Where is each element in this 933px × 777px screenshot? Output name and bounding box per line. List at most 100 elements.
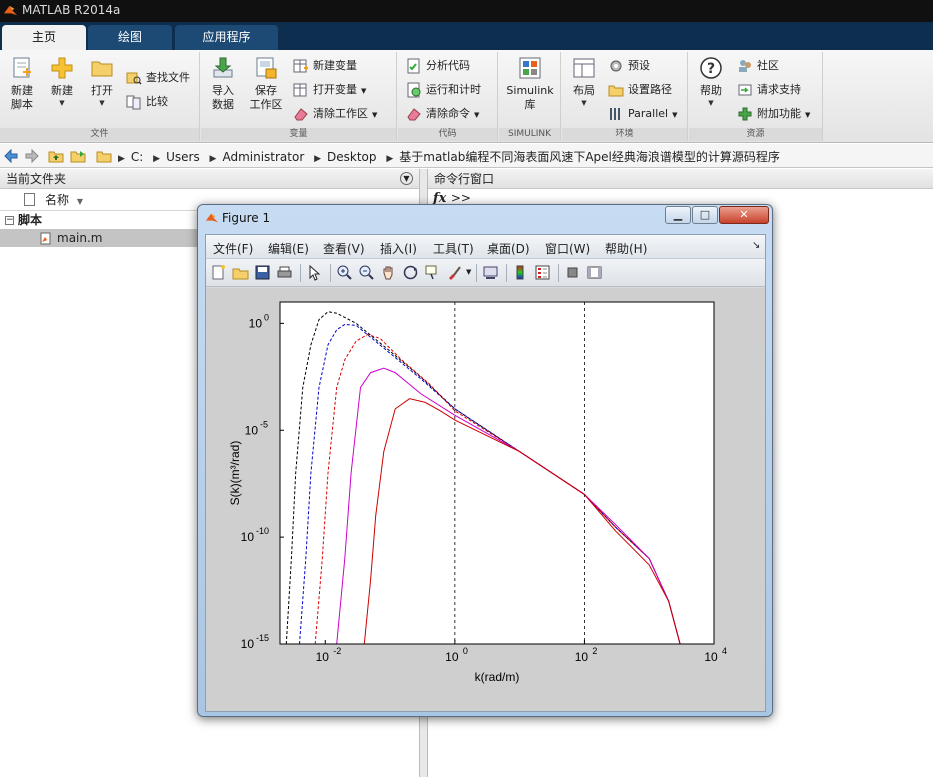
new-script-button[interactable]: 新建 脚本 (4, 55, 40, 112)
x-tick-label: 10 (575, 650, 589, 664)
open-file-icon[interactable] (232, 264, 249, 281)
link-plot-icon[interactable] (482, 264, 499, 281)
import-data-button[interactable]: 导入 数据 (205, 55, 241, 112)
menu-desktop[interactable]: 桌面(D) (487, 240, 530, 257)
community-label: 社区 (757, 59, 779, 72)
menu-tools[interactable]: 工具(T) (433, 240, 474, 257)
open-button[interactable]: 打开 ▼ (84, 55, 120, 108)
maximize-button[interactable]: □ (692, 206, 718, 224)
analyze-code-button[interactable]: 分析代码 (406, 56, 470, 76)
figure-menubar: 文件(F) 编辑(E) 查看(V) 插入(I) 工具(T) 桌面(D) 窗口(W… (206, 235, 765, 259)
addons-icon (738, 107, 752, 121)
show-plot-tools-icon[interactable] (586, 264, 603, 281)
clear-commands-button[interactable]: 清除命令 ▼ (406, 104, 479, 124)
column-name-label: 名称 (45, 193, 70, 207)
run-and-time-button[interactable]: 运行和计时 (406, 80, 481, 100)
menu-file[interactable]: 文件(F) (213, 240, 253, 257)
import-label-1: 导入 (212, 84, 234, 97)
forward-arrow-icon[interactable] (24, 148, 40, 164)
hide-plot-tools-icon[interactable] (564, 264, 581, 281)
toolbar-separator (506, 264, 507, 282)
rotate-3d-icon[interactable] (402, 264, 419, 281)
tab-home[interactable]: 主页 (2, 25, 86, 50)
zoom-out-icon[interactable] (358, 264, 375, 281)
tab-plots[interactable]: 绘图 (88, 25, 172, 50)
simulink-label-1: Simulink (506, 84, 554, 97)
y-tick-exponent: 0 (264, 312, 269, 322)
document-icon (24, 193, 35, 206)
set-path-button[interactable]: 设置路径 (608, 80, 672, 100)
menu-edit[interactable]: 编辑(E) (268, 240, 309, 257)
spectrum-plot[interactable]: 10 -2 10 0 10 2 10 410 -1510 -1010 -510 0k(rad/m)S(… (206, 288, 765, 711)
pointer-icon[interactable] (306, 264, 323, 281)
matlab-figure-icon (205, 213, 219, 223)
open-variable-button[interactable]: 打开变量 ▼ (293, 80, 366, 100)
find-files-button[interactable]: 查找文件 (126, 68, 190, 88)
ribbon-section-file: 新建 脚本 新建 ▼ 打开 ▼ 查找文件 比较 文件 (0, 52, 200, 141)
compare-button[interactable]: 比较 (126, 92, 168, 112)
colorbar-icon[interactable] (512, 264, 529, 281)
brush-dropdown-icon[interactable]: ▼ (466, 268, 471, 276)
axes-area[interactable]: 10 -2 10 0 10 2 10 4 10 -15 10 -10 10 -5 10 0 k(rad/m) S(… (206, 288, 765, 711)
new-variable-button[interactable]: 新建变量 (293, 56, 357, 76)
breadcrumb-project-folder[interactable]: 基于matlab编程不同海表面风速下Apel经典海浪谱模型的计算源码程序 (399, 150, 780, 164)
collapse-icon[interactable]: − (5, 216, 14, 225)
parallel-button[interactable]: Parallel ▼ (608, 104, 677, 124)
layout-button[interactable]: 布局 ▼ (565, 55, 603, 108)
breadcrumb-separator-icon: ▶ (386, 154, 394, 164)
x-axis-label: k(rad/m) (475, 670, 520, 684)
clear-commands-label: 清除命令 (426, 107, 470, 120)
ribbon-section-resources: ? 帮助 ▼ 社区 请求支持 附加功能 ▼ 资源 (689, 52, 823, 141)
minimize-button[interactable]: ▁ (665, 206, 691, 224)
data-cursor-icon[interactable] (424, 264, 441, 281)
gear-icon (610, 60, 622, 72)
clear-workspace-label: 清除工作区 (313, 107, 368, 120)
community-icon (739, 60, 751, 72)
browse-folder-icon[interactable] (70, 148, 86, 164)
run-time-icon (407, 82, 421, 98)
addons-button[interactable]: 附加功能 ▼ (737, 104, 810, 124)
new-variable-icon (293, 59, 308, 73)
legend-icon[interactable] (534, 264, 551, 281)
plot-background (280, 302, 714, 644)
simulink-library-button[interactable]: Simulink 库 (503, 55, 557, 112)
new-button[interactable]: 新建 ▼ (44, 55, 80, 108)
toolbar-separator (330, 264, 331, 282)
breadcrumb-drive[interactable]: C: (131, 150, 143, 164)
menu-insert[interactable]: 插入(I) (380, 240, 417, 257)
import-label-2: 数据 (212, 98, 234, 111)
breadcrumb-administrator[interactable]: Administrator (222, 150, 304, 164)
addons-label: 附加功能 (757, 107, 801, 120)
help-button[interactable]: ? 帮助 ▼ (693, 55, 729, 108)
menu-view[interactable]: 查看(V) (323, 240, 365, 257)
tab-apps[interactable]: 应用程序 (175, 25, 278, 50)
save-workspace-label-1: 保存 (255, 84, 277, 97)
new-figure-icon[interactable] (210, 264, 227, 281)
figure-window[interactable]: Figure 1 ▁ □ ✕ 文件(F) 编辑(E) 查看(V) 插入(I) 工… (197, 204, 773, 717)
breadcrumb-separator-icon: ▶ (209, 154, 217, 164)
print-icon[interactable] (276, 264, 293, 281)
community-button[interactable]: 社区 (737, 56, 779, 76)
back-arrow-icon[interactable] (3, 148, 19, 164)
panel-menu-icon[interactable]: ▼ (400, 172, 413, 185)
pan-hand-icon[interactable] (380, 264, 397, 281)
brush-icon[interactable] (446, 264, 463, 281)
breadcrumb-desktop[interactable]: Desktop (327, 150, 377, 164)
clear-workspace-button[interactable]: 清除工作区 ▼ (293, 104, 377, 124)
toolbar-separator (300, 264, 301, 282)
dock-arrow-icon[interactable]: ↘ (752, 240, 760, 251)
save-workspace-button[interactable]: 保存 工作区 (245, 55, 287, 112)
save-icon[interactable] (254, 264, 271, 281)
request-support-button[interactable]: 请求支持 (737, 80, 801, 100)
up-folder-icon[interactable] (48, 148, 64, 164)
help-dropdown-icon: ▼ (708, 99, 714, 107)
tree-group-label: 脚本 (18, 213, 43, 227)
close-button[interactable]: ✕ (719, 206, 769, 224)
breadcrumb-separator-icon: ▶ (314, 154, 322, 164)
prompt-symbol: >> (450, 191, 471, 205)
menu-window[interactable]: 窗口(W) (545, 240, 590, 257)
breadcrumb-users[interactable]: Users (166, 150, 200, 164)
menu-help[interactable]: 帮助(H) (605, 240, 647, 257)
zoom-in-icon[interactable] (336, 264, 353, 281)
preferences-button[interactable]: 预设 (608, 56, 650, 76)
